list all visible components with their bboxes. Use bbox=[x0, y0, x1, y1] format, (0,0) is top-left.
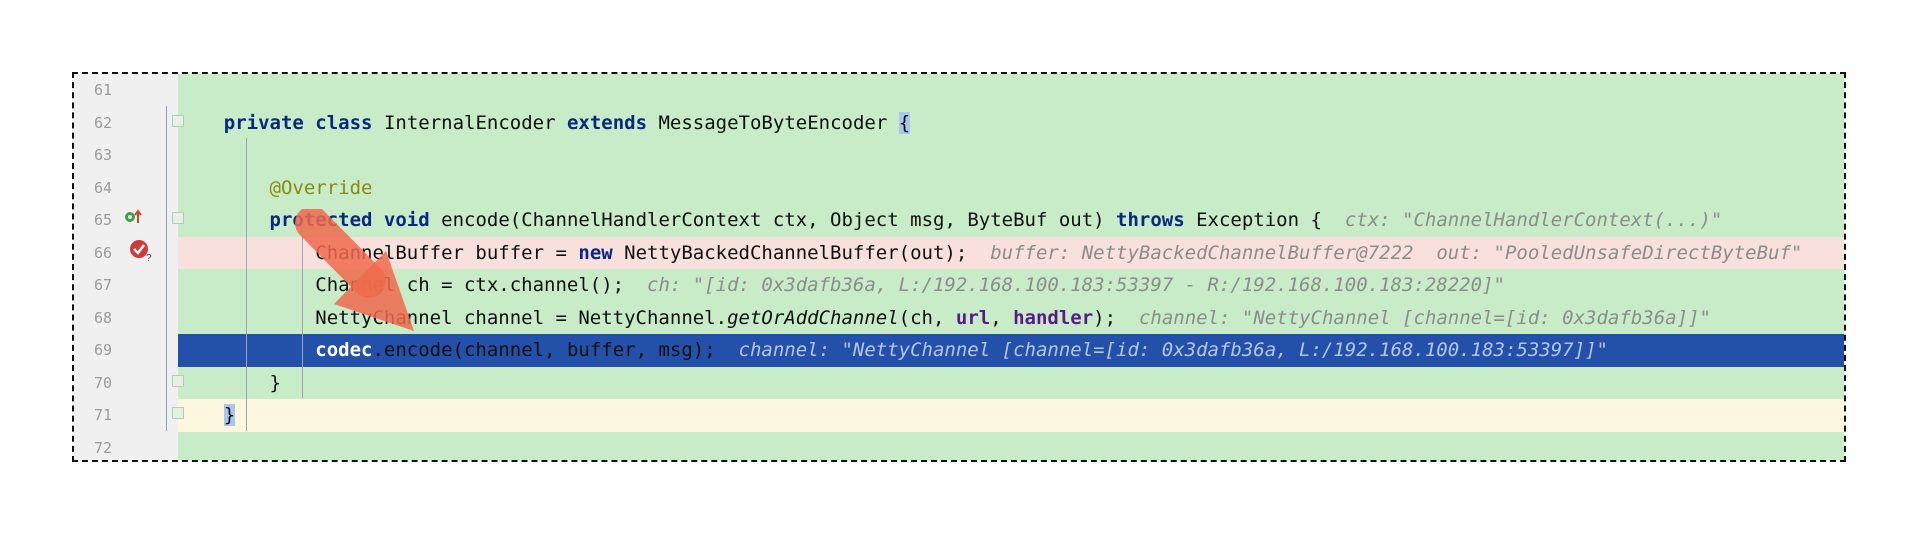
code-token: new bbox=[578, 241, 613, 264]
inline-debug-value: buffer: NettyBackedChannelBuffer@7222 ou… bbox=[990, 241, 1803, 264]
code-line-62[interactable]: 62 private class InternalEncoder extends… bbox=[74, 106, 1844, 140]
code-text[interactable]: } bbox=[178, 399, 1844, 432]
line-number[interactable]: 68 bbox=[74, 302, 112, 335]
override-gutter-icon[interactable] bbox=[124, 208, 144, 230]
fold-marker-method[interactable] bbox=[172, 212, 184, 224]
fold-marker-class[interactable] bbox=[172, 115, 184, 127]
code-token: MessageToByteEncoder bbox=[647, 111, 899, 134]
code-text[interactable]: } bbox=[178, 366, 1844, 399]
inline-debug-value: ch: "[id: 0x3dafb36a, L:/192.168.100.183… bbox=[647, 274, 1505, 296]
code-line-61[interactable]: 61 bbox=[74, 74, 1844, 107]
code-token: NettyChannel channel = NettyChannel. bbox=[178, 306, 728, 329]
code-line-71[interactable]: 71 } bbox=[74, 399, 1844, 432]
code-token: { bbox=[898, 111, 911, 134]
code-text[interactable]: @Override bbox=[178, 171, 1844, 204]
code-line-72[interactable]: 72 bbox=[74, 431, 1844, 461]
code-editor[interactable]: 61 62 private class InternalEncoder exten… bbox=[72, 72, 1846, 462]
code-text[interactable] bbox=[178, 74, 1844, 107]
fold-end-method[interactable] bbox=[172, 375, 184, 387]
code-token: extends bbox=[566, 111, 648, 134]
line-number[interactable]: 65 bbox=[74, 204, 112, 237]
code-token: private bbox=[223, 111, 304, 134]
svg-text:?: ? bbox=[146, 253, 152, 262]
line-number[interactable]: 72 bbox=[74, 432, 112, 461]
code-text[interactable]: private class InternalEncoder extends Me… bbox=[178, 106, 1844, 139]
line-number[interactable]: 67 bbox=[74, 269, 112, 302]
indent-guide bbox=[246, 138, 247, 431]
code-token: , bbox=[990, 306, 1014, 329]
code-token: ); bbox=[1093, 306, 1139, 329]
code-token: NettyBackedChannelBuffer(out); bbox=[612, 241, 991, 264]
line-number[interactable]: 62 bbox=[74, 107, 112, 140]
code-token: InternalEncoder bbox=[372, 111, 567, 134]
line-number[interactable]: 61 bbox=[74, 74, 112, 107]
gutter-separator bbox=[166, 106, 167, 431]
code-token: @Override bbox=[269, 176, 373, 199]
line-number[interactable]: 70 bbox=[74, 367, 112, 400]
code-token: } bbox=[178, 371, 281, 394]
line-number[interactable]: 69 bbox=[74, 334, 112, 367]
code-token: } bbox=[223, 404, 236, 426]
line-number[interactable]: 64 bbox=[74, 172, 112, 205]
line-number[interactable]: 63 bbox=[74, 139, 112, 172]
inline-debug-value: ctx: "ChannelHandlerContext(...)" bbox=[1344, 209, 1723, 231]
code-text[interactable] bbox=[178, 139, 1844, 172]
code-token: Exception { bbox=[1184, 209, 1345, 231]
breakpoint-icon[interactable]: ? bbox=[128, 238, 154, 266]
line-number[interactable]: 66 bbox=[74, 237, 112, 270]
execution-pointer-arrow-icon bbox=[294, 206, 434, 343]
line-number[interactable]: 71 bbox=[74, 399, 112, 432]
fold-end-class[interactable] bbox=[172, 407, 184, 419]
inline-debug-value: channel: "NettyChannel [channel=[id: 0x3… bbox=[738, 339, 1608, 361]
code-token: (ch, bbox=[898, 306, 956, 329]
code-line-63[interactable]: 63 bbox=[74, 139, 1844, 172]
code-text[interactable] bbox=[178, 431, 1844, 460]
code-token: getOrAddChannel bbox=[727, 306, 899, 329]
code-token: handler bbox=[1013, 306, 1094, 329]
inline-debug-value: channel: "NettyChannel [channel=[id: 0x3… bbox=[1138, 306, 1711, 329]
code-line-70[interactable]: 70 } bbox=[74, 366, 1844, 400]
code-line-64[interactable]: 64 @Override bbox=[74, 171, 1844, 205]
code-token: throws bbox=[1116, 209, 1185, 231]
code-token: url bbox=[955, 306, 991, 329]
code-token: encode(ChannelHandlerContext ctx, Object… bbox=[429, 209, 1117, 231]
code-token: class bbox=[315, 111, 373, 134]
